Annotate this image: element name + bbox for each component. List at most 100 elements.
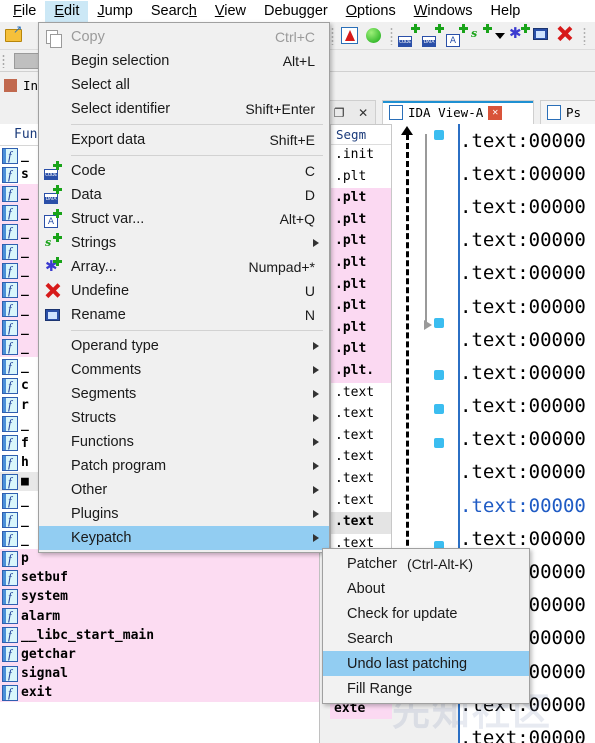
menu-item-segments[interactable]: Segments	[39, 382, 329, 406]
disassembly-line[interactable]: .text:00000	[460, 489, 595, 522]
strings-icon[interactable]: s	[470, 23, 492, 47]
segment-list-row[interactable]: .plt	[331, 252, 391, 275]
segments-list[interactable]: .init .plt .plt .plt .plt .plt .plt .plt .plt .pl…	[331, 145, 391, 598]
menubar-item-file[interactable]: File	[4, 1, 45, 22]
segment-list-row[interactable]: .plt	[331, 274, 391, 297]
segment-list-row[interactable]: .plt	[331, 167, 391, 189]
keypatch-item-check-for-update[interactable]: Check for update	[323, 601, 529, 626]
segment-list-row[interactable]: .plt	[331, 339, 391, 361]
segment-list-row[interactable]: .plt	[331, 209, 391, 232]
array-icon[interactable]: ✱	[508, 23, 530, 47]
disassembly-line[interactable]: .text:00000	[460, 224, 595, 257]
dropdown-arrow-icon[interactable]	[494, 25, 506, 47]
disassembly-line[interactable]: .text:00000	[460, 157, 595, 190]
function-list-row[interactable]: system	[0, 587, 319, 607]
keypatch-item-about[interactable]: About	[323, 576, 529, 601]
restore-icon[interactable]: ❐	[334, 106, 345, 120]
menubar-item-options[interactable]: Options	[337, 1, 405, 22]
menu-item-data[interactable]: DATA Data D	[39, 183, 329, 207]
menu-item-copy[interactable]: Copy Ctrl+C	[39, 25, 329, 49]
menu-item-functions[interactable]: Functions	[39, 430, 329, 454]
function-list-row[interactable]: signal	[0, 664, 319, 684]
segment-list-row[interactable]: .text	[331, 404, 391, 426]
menu-item-label: Rename	[71, 307, 126, 323]
function-icon	[2, 608, 18, 625]
function-list-row[interactable]: exit	[0, 683, 319, 703]
disassembly-line[interactable]: .text:00000	[460, 390, 595, 423]
keypatch-item-patcher[interactable]: Patcher (Ctrl-Alt-K)	[323, 551, 529, 576]
segment-list-row[interactable]: .plt	[331, 317, 391, 340]
function-name: _	[21, 359, 29, 375]
function-list-row[interactable]: setbuf	[0, 568, 319, 588]
disassembly-line[interactable]: .text:00000	[460, 323, 595, 356]
function-list-row[interactable]: getchar	[0, 644, 319, 665]
menu-item-strings[interactable]: s Strings	[39, 231, 329, 255]
menubar-item-debugger[interactable]: Debugger	[255, 1, 337, 22]
disassembly-line[interactable]: .text:00000	[460, 423, 595, 456]
menu-item-operand-type[interactable]: Operand type	[39, 334, 329, 358]
undefine-icon[interactable]	[556, 25, 578, 47]
rename-icon[interactable]	[532, 25, 554, 47]
menubar-item-help[interactable]: Help	[482, 1, 530, 22]
data-icon[interactable]: DATA	[422, 23, 444, 47]
menu-item-begin-selection[interactable]: Begin selection Alt+L	[39, 49, 329, 73]
segment-list-row[interactable]: .plt	[331, 231, 391, 253]
menu-item-undefine[interactable]: Undefine U	[39, 279, 329, 303]
keypatch-item-fill-range[interactable]: Fill Range	[323, 676, 529, 701]
menubar-label-rest: Debu	[264, 2, 299, 19]
disassembly-line[interactable]: .text:00000	[460, 257, 595, 290]
menu-item-other[interactable]: Other	[39, 478, 329, 502]
menubar-item-edit[interactable]: Edit	[45, 0, 89, 22]
menu-item-plugins[interactable]: Plugins	[39, 502, 329, 526]
menubar-item-windows[interactable]: Windows	[405, 1, 482, 22]
segment-list-row[interactable]: .plt	[331, 188, 391, 210]
segment-list-row[interactable]: .text	[331, 426, 391, 448]
menu-item-keypatch[interactable]: Keypatch	[39, 526, 329, 550]
warning-icon[interactable]	[339, 25, 361, 47]
menu-item-rename[interactable]: Rename N	[39, 303, 329, 327]
menu-item-select-all[interactable]: Select all	[39, 73, 329, 97]
segment-list-row[interactable]: .text	[331, 469, 391, 491]
menu-item-comments[interactable]: Comments	[39, 358, 329, 382]
green-circle-icon[interactable]	[363, 25, 385, 47]
menu-item-array[interactable]: ✱ Array... Numpad+*	[39, 255, 329, 279]
menu-item-struct-var[interactable]: A Struct var... Alt+Q	[39, 207, 329, 231]
menubar-item-jump[interactable]: Jump	[88, 1, 141, 22]
menu-item-structs[interactable]: Structs	[39, 406, 329, 430]
function-icon[interactable]: f	[591, 25, 595, 47]
disassembly-line[interactable]: .text:00000	[460, 356, 595, 389]
segment-list-row[interactable]: .text	[331, 447, 391, 469]
navband-grip[interactable]	[2, 54, 5, 68]
segment-list-row[interactable]: .plt.	[331, 360, 391, 383]
disassembly-line[interactable]: .text:00000	[460, 290, 595, 323]
tab-window-controls[interactable]: ❐ ✕	[326, 100, 376, 124]
function-list-row[interactable]: __libc_start_main	[0, 625, 319, 645]
disassembly-line[interactable]: .text:00000	[460, 124, 595, 157]
segment-list-row[interactable]: .text	[331, 491, 391, 513]
open-file-icon[interactable]: ↗	[4, 24, 26, 47]
tab-ps[interactable]: Ps	[540, 100, 595, 124]
keypatch-item-undo-last-patching[interactable]: Undo last patching	[323, 651, 529, 676]
menubar-item-view[interactable]: View	[206, 1, 255, 22]
struct-var-icon[interactable]: A	[446, 23, 468, 47]
close-icon[interactable]: ✕	[488, 105, 503, 120]
segment-list-row[interactable]: .text	[331, 512, 391, 534]
menu-item-code[interactable]: CODE Code C	[39, 159, 329, 183]
segment-list-row[interactable]: .init	[331, 145, 391, 167]
close-icon[interactable]: ✕	[358, 106, 368, 120]
menu-item-export-data[interactable]: Export data Shift+E	[39, 128, 329, 152]
menubar-item-search[interactable]: Search	[142, 1, 206, 22]
disassembly-line[interactable]: .text:00000	[460, 721, 595, 743]
keypatch-item-search[interactable]: Search	[323, 626, 529, 651]
function-list-row[interactable]: alarm	[0, 606, 319, 626]
disassembly-line[interactable]: .text:00000	[460, 456, 595, 489]
segment-list-row[interactable]: .plt	[331, 296, 391, 318]
menu-item-select-identifier[interactable]: Select identifier Shift+Enter	[39, 97, 329, 121]
menu-item-label: Copy	[71, 29, 105, 45]
tab-ida-view-a[interactable]: IDA View-A ✕	[382, 100, 534, 124]
menu-item-patch-program[interactable]: Patch program	[39, 454, 329, 478]
code-icon[interactable]: CODE	[398, 23, 420, 47]
disassembly-line[interactable]: .text:00000	[460, 190, 595, 223]
segment-list-row[interactable]: .text	[331, 383, 391, 405]
function-name: _	[21, 186, 29, 202]
